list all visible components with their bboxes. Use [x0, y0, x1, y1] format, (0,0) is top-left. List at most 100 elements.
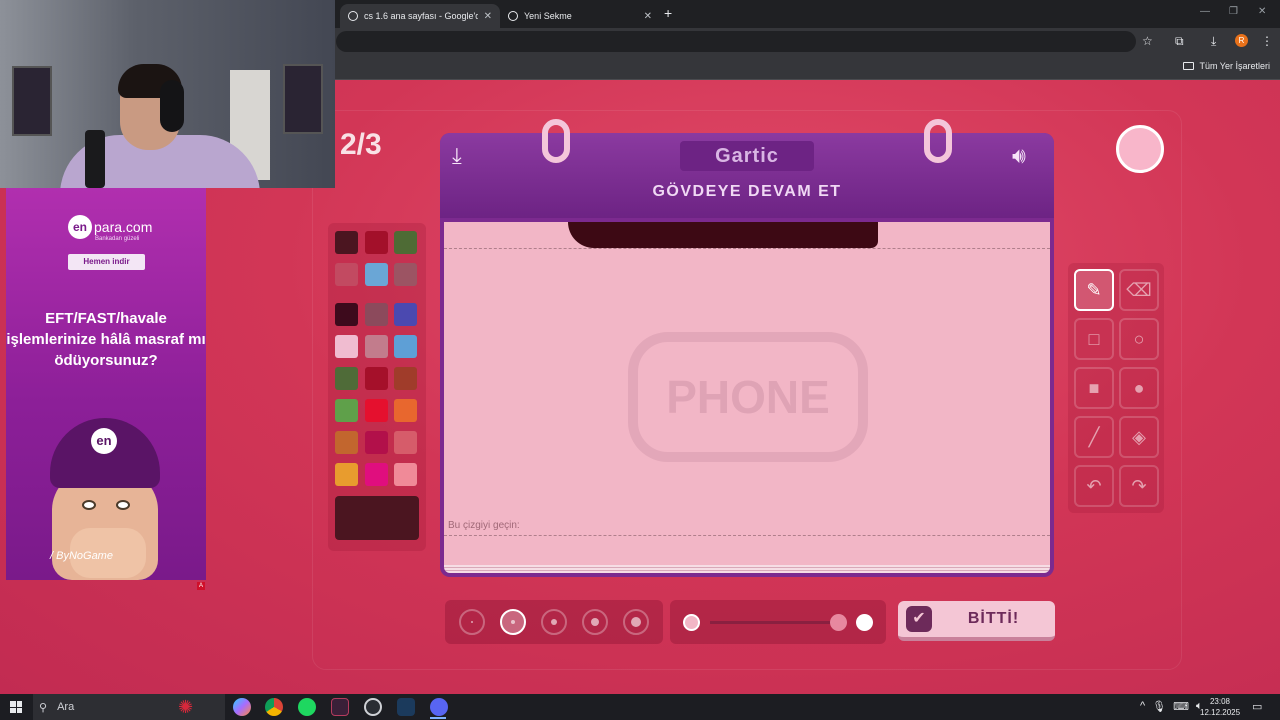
close-icon[interactable]: ✕ [644, 11, 652, 22]
color-swatch[interactable] [394, 335, 417, 358]
webcam-overlay [0, 0, 335, 188]
color-swatch[interactable] [335, 399, 358, 422]
chevron-up-icon[interactable]: ^ [1140, 700, 1145, 713]
color-swatch[interactable] [394, 367, 417, 390]
color-swatch[interactable] [335, 303, 358, 326]
color-swatch[interactable] [394, 399, 417, 422]
color-swatch[interactable] [335, 263, 358, 286]
color-swatch[interactable] [335, 431, 358, 454]
download-icon[interactable]: ⤓ [452, 143, 462, 169]
taskbar-clock[interactable]: 23:08 12.12.2025 [1200, 696, 1240, 718]
menu-icon[interactable]: ⋮ [1261, 34, 1273, 48]
profile-avatar[interactable]: R [1235, 34, 1248, 47]
timer-icon [1116, 125, 1164, 173]
brush-size-option[interactable] [623, 609, 649, 635]
color-swatch[interactable] [335, 231, 358, 254]
drawing-canvas[interactable]: PHONE Bu çizgiyi geçin: [444, 222, 1050, 565]
mic-icon[interactable]: 🎙︎ [1152, 700, 1166, 713]
color-swatch[interactable] [394, 431, 417, 454]
line-hint-label: Bu çizgiyi geçin: [448, 520, 520, 531]
opacity-handle[interactable] [830, 614, 847, 631]
brush-size-option[interactable] [500, 609, 526, 635]
model-eye [116, 500, 130, 510]
color-swatch[interactable] [365, 367, 388, 390]
eraser-icon: ⌫ [1126, 279, 1152, 300]
minimize-icon[interactable]: — [1200, 6, 1210, 17]
notification-icon[interactable]: ▭ [1252, 700, 1262, 713]
bookmark-star-icon[interactable]: ☆ [1142, 34, 1153, 48]
new-tab-button[interactable]: + [664, 5, 672, 21]
ellipse-fill-tool[interactable]: ● [1119, 367, 1159, 409]
color-swatch[interactable] [365, 335, 388, 358]
color-swatch[interactable] [394, 231, 417, 254]
app-icon[interactable] [331, 698, 349, 716]
opacity-max-icon [856, 614, 873, 631]
rectangle-fill-icon: ■ [1088, 377, 1100, 398]
color-swatch[interactable] [335, 335, 358, 358]
rectangle-outline-tool[interactable]: □ [1074, 318, 1114, 360]
color-swatch[interactable] [394, 263, 417, 286]
undo-tool[interactable]: ↶ [1074, 465, 1114, 507]
opacity-track[interactable] [710, 621, 835, 624]
download-now-button[interactable]: Hemen indir [68, 254, 145, 270]
pencil-icon: ✎ [1086, 279, 1102, 300]
color-swatch[interactable] [365, 399, 388, 422]
line-tool[interactable]: ╱ [1074, 416, 1114, 458]
taskbar-search[interactable]: ⚲ Ara [33, 694, 225, 720]
brush-size-option[interactable] [541, 609, 567, 635]
tab-title: cs 1.6 ana sayfası - Google'da A [364, 11, 478, 21]
brush-size-option[interactable] [459, 609, 485, 635]
opacity-slider[interactable] [670, 600, 886, 644]
window-close-icon[interactable]: ✕ [1258, 6, 1266, 17]
beanie-logo: en [91, 428, 117, 454]
restore-icon[interactable]: ❐ [1229, 6, 1238, 17]
rectangle-fill-tool[interactable]: ■ [1074, 367, 1114, 409]
color-swatch[interactable] [335, 367, 358, 390]
eraser-tool[interactable]: ⌫ [1119, 269, 1159, 311]
brush-size-option[interactable] [582, 609, 608, 635]
pencil-tool[interactable]: ✎ [1074, 269, 1114, 311]
speaker-icon[interactable]: 🔊︎ [1012, 143, 1026, 169]
steam-icon[interactable] [397, 698, 415, 716]
color-swatch[interactable] [365, 263, 388, 286]
all-bookmarks-label: Tüm Yer İşaretleri [1199, 61, 1270, 71]
brush-size-selector [445, 600, 663, 644]
headphones-icon [160, 80, 184, 132]
color-swatch[interactable] [394, 303, 417, 326]
model-eye [82, 500, 96, 510]
windows-start-icon[interactable] [10, 701, 22, 713]
brand-name: para.com [94, 219, 153, 235]
color-swatch[interactable] [365, 431, 388, 454]
tab-title: Yeni Sekme [524, 11, 572, 21]
url-field[interactable] [336, 31, 1136, 52]
chrome-icon[interactable] [265, 698, 283, 716]
color-swatch[interactable] [365, 303, 388, 326]
ellipse-fill-icon: ● [1133, 377, 1145, 398]
tab-new-tab[interactable]: Yeni Sekme ✕ [500, 4, 660, 28]
download-icon[interactable]: ⤓ [1211, 34, 1216, 49]
done-button[interactable]: ✔ BİTTİ! [898, 601, 1055, 641]
color-swatch[interactable] [394, 463, 417, 486]
fill-bucket-tool[interactable]: ◈ [1119, 416, 1159, 458]
network-icon[interactable]: ⌨ [1173, 700, 1189, 713]
clock-date: 12.12.2025 [1200, 708, 1241, 717]
fill-bucket-icon: ◈ [1132, 426, 1146, 447]
copilot-icon[interactable] [233, 698, 251, 716]
color-swatch[interactable] [365, 231, 388, 254]
close-icon[interactable]: ✕ [484, 11, 492, 22]
discord-icon[interactable] [430, 698, 448, 716]
google-icon [348, 11, 358, 21]
binder-ring [542, 119, 570, 163]
redo-tool[interactable]: ↷ [1119, 465, 1159, 507]
ellipse-outline-tool[interactable]: ○ [1119, 318, 1159, 360]
redo-icon: ↷ [1131, 475, 1147, 496]
tab-cs16-search[interactable]: cs 1.6 ana sayfası - Google'da A ✕ [340, 4, 500, 28]
color-swatch[interactable] [335, 463, 358, 486]
all-bookmarks-button[interactable]: Tüm Yer İşaretleri [1183, 61, 1270, 71]
previous-drawing-strip [568, 222, 878, 248]
extensions-icon[interactable]: ⧉ [1175, 34, 1184, 49]
spotify-icon[interactable] [298, 698, 316, 716]
obs-icon[interactable] [364, 698, 382, 716]
color-swatch[interactable] [365, 463, 388, 486]
tool-panel: ✎ ⌫ □ ○ ■ ● ╱ ◈ ↶ ↷ [1068, 263, 1164, 513]
